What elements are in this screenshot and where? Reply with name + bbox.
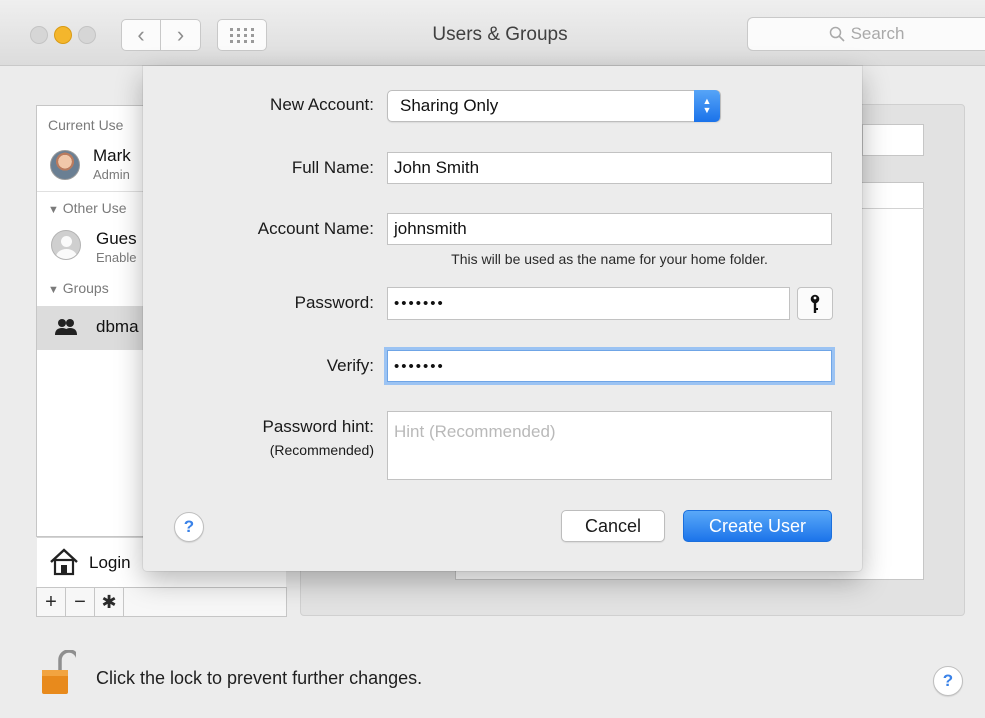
help-button[interactable]: ? [933,666,963,696]
password-hint-label: Password hint: [262,417,375,436]
chevron-right-icon: › [176,22,185,47]
window-title: Users & Groups [432,24,568,45]
current-users-header: Current Use [48,117,124,133]
current-user-name[interactable]: Mark [93,146,131,166]
guest-user-name[interactable]: Gues [96,229,137,249]
password-hint-sublabel: (Recommended) [269,442,374,458]
guest-avatar [51,230,81,260]
cancel-button[interactable]: Cancel [561,510,665,542]
login-options-label: Login [89,553,131,572]
user-avatar [50,150,80,180]
gear-icon: ✱ [101,591,117,612]
disclosure-triangle-icon[interactable]: ▼ [48,284,59,296]
password-hint-field[interactable]: Hint (Recommended) [387,411,832,480]
remove-user-button[interactable]: − [66,588,95,616]
help-button[interactable]: ? [174,512,204,542]
groups-header: ▼ Groups [48,280,109,296]
account-name-label: Account Name: [257,219,374,238]
key-icon [810,294,820,313]
forward-button[interactable]: › [161,19,201,51]
house-icon [50,548,78,576]
full-name-label: Full Name: [291,158,374,177]
account-type-select[interactable]: Sharing Only ▲ ▼ [387,90,721,122]
current-user-role: Admin [93,167,130,182]
search-input[interactable]: Search [747,17,985,51]
details-field [862,124,924,156]
grid-icon [229,27,233,31]
add-user-button[interactable]: + [37,588,66,616]
group-name: dbma [96,317,139,336]
group-icon [55,319,77,335]
close-window-button[interactable] [30,26,48,44]
password-field[interactable]: ••••••• [387,287,790,320]
action-menu-button[interactable]: ✱ [95,588,124,616]
account-name-field[interactable]: johnsmith [387,213,832,245]
new-account-label: New Account: [270,95,374,114]
account-type-value: Sharing Only [400,96,499,115]
account-name-note: This will be used as the name for your h… [451,251,768,267]
zoom-window-button[interactable] [78,26,96,44]
password-label: Password: [294,293,374,312]
verify-label: Verify: [326,356,374,375]
chevron-left-icon: ‹ [137,22,145,47]
create-user-button[interactable]: Create User [683,510,832,542]
back-button[interactable]: ‹ [121,19,161,51]
minimize-window-button[interactable] [54,26,72,44]
full-name-field[interactable]: John Smith [387,152,832,184]
other-users-header: ▼ Other Use [48,200,127,216]
search-placeholder: Search [850,24,905,43]
sidebar-toolbar: + − ✱ [36,587,287,617]
disclosure-triangle-icon[interactable]: ▼ [48,204,59,216]
verify-password-field[interactable]: ••••••• [387,350,832,382]
divider [862,208,924,209]
guest-user-status: Enable [96,250,137,265]
unlocked-lock-icon[interactable] [40,650,76,696]
updown-arrows-icon: ▲ ▼ [694,90,720,122]
password-assistant-button[interactable] [797,287,833,320]
search-icon [829,26,845,42]
show-all-preferences-button[interactable] [217,19,267,51]
lock-status-text: Click the lock to prevent further change… [96,668,423,688]
